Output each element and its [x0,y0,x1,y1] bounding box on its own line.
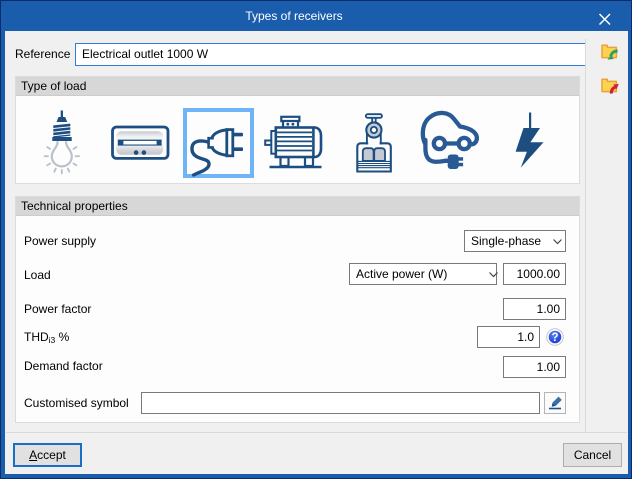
svg-text:?: ? [551,332,558,344]
